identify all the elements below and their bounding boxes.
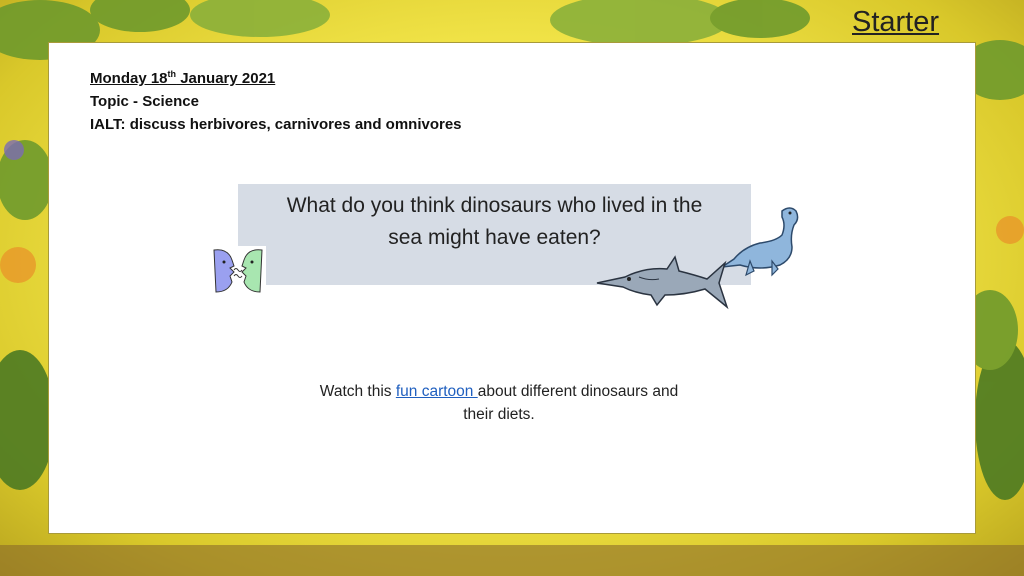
lesson-date: Monday 18th January 2021: [90, 69, 276, 87]
slide-title: Starter: [852, 6, 940, 38]
plesiosaur-icon: [721, 207, 799, 277]
talking-faces-icon: [210, 246, 266, 296]
watch-line-1: Watch this fun cartoon about different d…: [319, 383, 679, 400]
watch-line-2: their diets.: [463, 406, 535, 423]
question-line-2: sea might have eaten?: [388, 226, 601, 249]
lesson-ialt: IALT: discuss herbivores, carnivores and…: [90, 116, 462, 133]
fun-cartoon-link[interactable]: fun cartoon: [396, 383, 478, 400]
lesson-topic: Topic - Science: [90, 93, 199, 110]
watch-instructions: Watch this fun cartoon about different d…: [279, 380, 719, 426]
question-line-1: What do you think dinosaurs who lived in…: [286, 194, 703, 217]
ichthyosaur-icon: [596, 255, 729, 310]
slide-panel: Monday 18th January 2021 Topic - Science…: [48, 42, 976, 534]
lesson-header: Monday 18th January 2021 Topic - Science…: [90, 63, 462, 136]
